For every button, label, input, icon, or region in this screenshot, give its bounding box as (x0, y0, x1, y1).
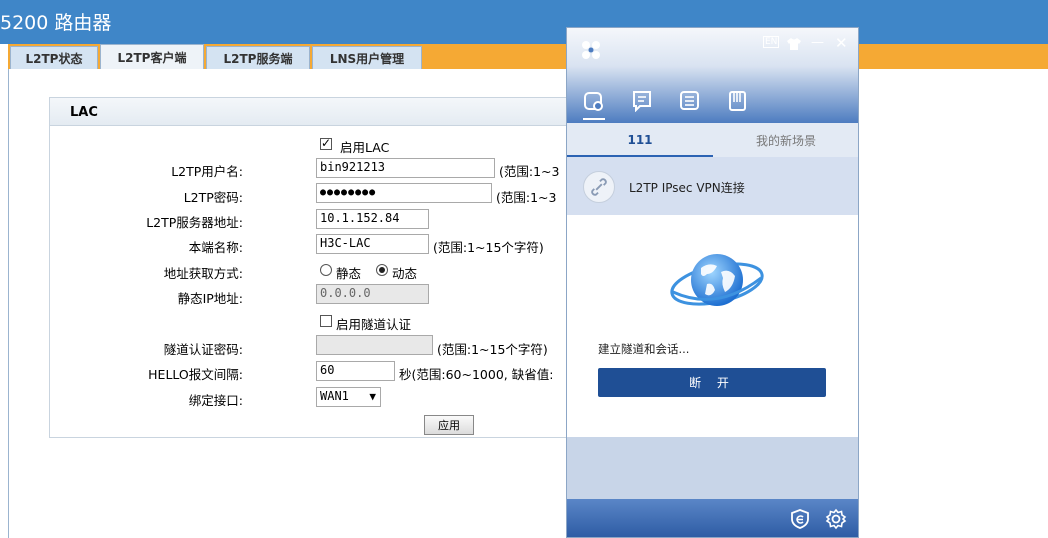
tunnel-password-input[interactable] (316, 335, 433, 355)
language-toggle[interactable]: EN (763, 36, 780, 48)
shield-icon[interactable] (789, 508, 811, 530)
tunnel-auth-label: 启用隧道认证 (336, 317, 412, 332)
disconnect-button[interactable]: 断 开 (598, 368, 826, 397)
tab-bar-gap (0, 44, 8, 69)
vpn-header: EN — ✕ (567, 28, 858, 123)
close-button[interactable]: ✕ (835, 34, 848, 52)
tunnel-auth-checkbox[interactable] (320, 315, 332, 327)
local-name-hint: (范围:1~15个字符) (433, 240, 544, 255)
connection-icon[interactable] (583, 90, 605, 112)
message-icon[interactable] (631, 90, 653, 112)
connection-status-panel: 建立隧道和会话... 断 开 (567, 215, 858, 437)
notebook-icon[interactable] (727, 90, 749, 112)
address-mode-label: 地址获取方式: (163, 266, 243, 281)
lac-panel-title: LAC (70, 105, 98, 120)
vpn-footer (567, 499, 858, 537)
page-title: 5200 路由器 (0, 12, 112, 34)
connection-status-text: 建立隧道和会话... (598, 342, 690, 356)
username-input[interactable]: bin921213 (316, 158, 495, 178)
address-mode-dynamic-label: 动态 (392, 266, 418, 281)
tab-l2tp-status[interactable]: L2TP状态 (10, 46, 98, 69)
address-mode-static-label: 静态 (336, 266, 362, 281)
skin-icon[interactable] (787, 38, 801, 50)
connection-name: L2TP IPsec VPN连接 (629, 181, 745, 195)
password-input[interactable]: ●●●●●●●● (316, 183, 492, 203)
globe-icon (670, 254, 764, 306)
log-icon[interactable] (679, 90, 701, 112)
hello-interval-input[interactable]: 60 (316, 361, 395, 381)
content-left-border (8, 69, 9, 538)
nav-active-indicator (583, 118, 605, 120)
gear-icon[interactable] (825, 508, 847, 530)
enable-lac-checkbox[interactable] (320, 136, 332, 150)
server-address-input[interactable]: 10.1.152.84 (316, 209, 429, 229)
tab-l2tp-server[interactable]: L2TP服务端 (206, 46, 310, 69)
tab-l2tp-client[interactable]: L2TP客户端 (100, 44, 204, 69)
router-title-bar: 5200 路由器 (0, 0, 1048, 44)
app-logo-icon (582, 41, 600, 59)
local-name-input[interactable]: H3C-LAC (316, 234, 429, 254)
username-hint: (范围:1~3 (499, 164, 560, 179)
apply-button[interactable]: 应用 (424, 415, 474, 435)
vpn-client-window: EN — ✕ 111 我的新场景 L2TP IPsec VPN连接 建立隧道和会… (566, 27, 859, 538)
connection-item[interactable]: L2TP IPsec VPN连接 (567, 157, 858, 215)
lac-panel-header: LAC (50, 98, 608, 126)
local-name-label: 本端名称: (188, 240, 243, 255)
chevron-down-icon: ▼ (369, 390, 376, 403)
tab-bar: L2TP状态 L2TP客户端 L2TP服务端 LNS用户管理 (0, 44, 1048, 69)
tab-scene-111[interactable]: 111 (567, 123, 713, 157)
tunnel-password-hint: (范围:1~15个字符) (437, 342, 548, 357)
static-ip-input[interactable]: 0.0.0.0 (316, 284, 429, 304)
address-mode-static-radio[interactable] (320, 264, 332, 276)
bind-interface-value: WAN1 (320, 389, 349, 403)
address-mode-dynamic-radio[interactable] (376, 264, 388, 276)
tunnel-password-label: 隧道认证密码: (163, 342, 243, 357)
bind-interface-label: 绑定接口: (188, 393, 243, 408)
tab-lns-user-management[interactable]: LNS用户管理 (312, 46, 422, 69)
hello-interval-hint: 秒(范围:60~1000, 缺省值: (399, 367, 554, 382)
scene-tabs: 111 我的新场景 (567, 123, 858, 157)
minimize-button[interactable]: — (811, 35, 824, 50)
tab-my-new-scene[interactable]: 我的新场景 (713, 123, 858, 157)
static-ip-label: 静态IP地址: (177, 291, 243, 306)
password-label: L2TP密码: (183, 190, 243, 205)
enable-lac-label: 启用LAC (340, 140, 390, 155)
password-hint: (范围:1~3 (496, 190, 557, 205)
hello-interval-label: HELLO报文间隔: (148, 367, 243, 382)
server-address-label: L2TP服务器地址: (146, 215, 243, 230)
username-label: L2TP用户名: (171, 164, 243, 179)
link-icon (583, 171, 615, 203)
bind-interface-select[interactable]: WAN1 ▼ (316, 387, 381, 407)
